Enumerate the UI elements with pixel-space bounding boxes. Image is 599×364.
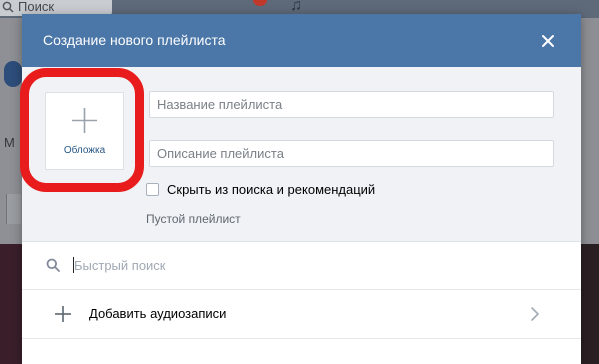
- quick-search-row: [22, 242, 581, 290]
- background-avatar: [4, 61, 22, 87]
- cover-highlight-annotation: [20, 68, 144, 192]
- background-image-left: [0, 244, 22, 364]
- playlist-details-section: Обложка Скрыть из поиска и рекомендаций …: [20, 67, 581, 242]
- chevron-right-icon: [530, 306, 540, 327]
- background-search-icon: [2, 1, 14, 16]
- playlist-description-input[interactable]: [149, 140, 554, 167]
- search-icon: [46, 258, 60, 277]
- background-music-icon: ♫: [290, 0, 302, 14]
- background-search-label: Поиск: [18, 0, 55, 14]
- background-input: [6, 194, 21, 224]
- modal-title: Создание нового плейлиста: [43, 32, 226, 48]
- add-audio-label: Добавить аудиозаписи: [89, 306, 227, 321]
- create-playlist-modal: Создание нового плейлиста Обложка Скрыть…: [20, 14, 581, 364]
- background-sidebar-letter: М: [4, 135, 15, 150]
- playlist-title-input[interactable]: [149, 91, 554, 118]
- add-audio-plus-icon: [54, 305, 72, 328]
- hide-from-search-label: Скрыть из поиска и рекомендаций: [167, 182, 376, 197]
- quick-search-input[interactable]: [74, 252, 554, 278]
- background-image-right: [581, 244, 599, 364]
- hide-from-search-checkbox[interactable]: [146, 183, 159, 196]
- add-audio-button[interactable]: Добавить аудиозаписи: [22, 290, 581, 339]
- modal-header: Создание нового плейлиста: [22, 14, 581, 67]
- empty-playlist-label: Пустой плейлист: [146, 212, 241, 226]
- close-icon: [542, 35, 554, 47]
- close-button[interactable]: [537, 30, 559, 52]
